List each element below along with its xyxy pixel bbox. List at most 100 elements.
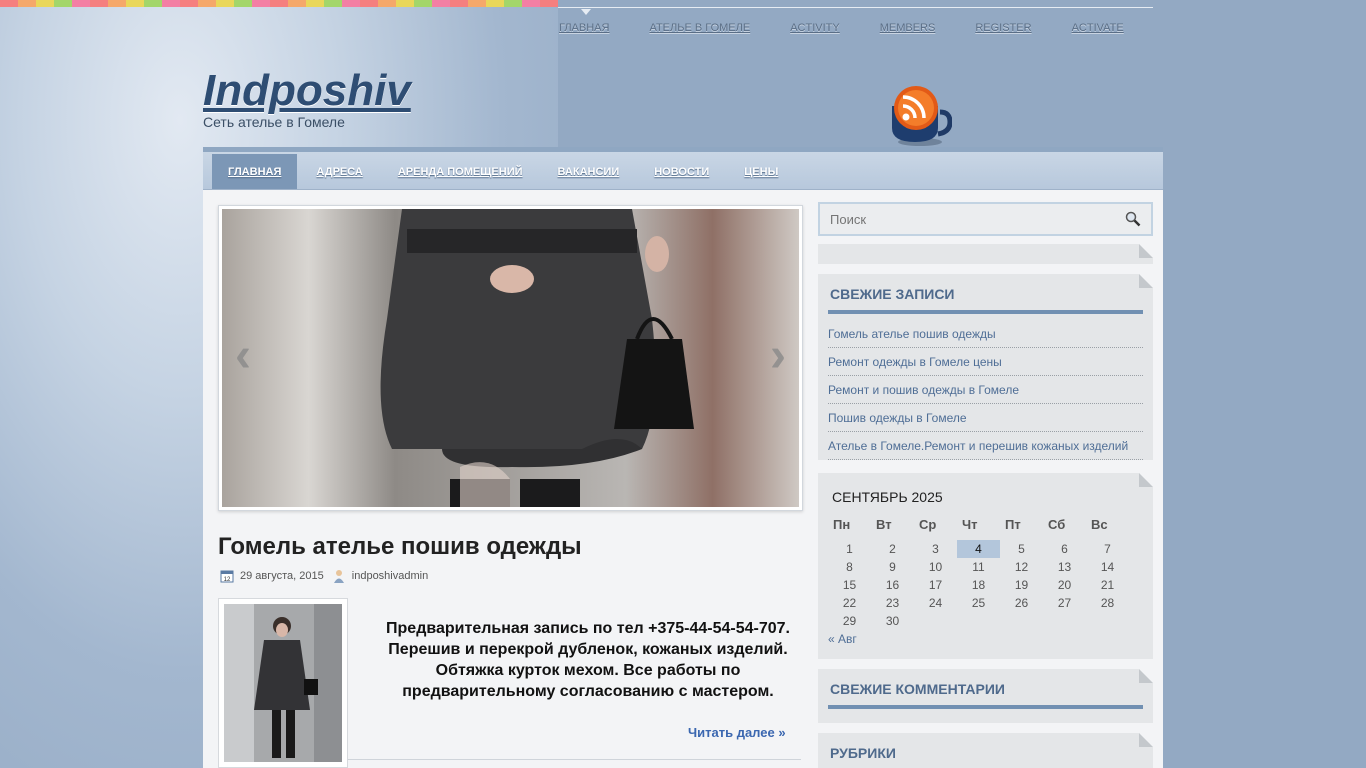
calendar-day: 24 (928, 596, 943, 610)
calendar-day: 11 (972, 560, 985, 574)
top-nav-item-home[interactable]: Главная (559, 8, 609, 34)
calendar-day: 27 (1057, 596, 1072, 610)
calendar-week: 15 16 17 18 19 20 21 (828, 576, 1129, 594)
recent-post-link[interactable]: Гомель ателье пошив одежды (828, 327, 996, 341)
recent-post-link[interactable]: Ремонт и пошив одежды в Гомеле (828, 383, 1019, 397)
calendar-empty-cell (957, 612, 1000, 630)
weekday-label: Чт (962, 517, 978, 532)
empty-widget (818, 244, 1153, 264)
calendar-title: СЕНТЯБРЬ 2025 (832, 489, 943, 505)
slider-prev-button[interactable]: ‹ (225, 332, 261, 380)
calendar-table: Пн Вт Ср Чт Пт Сб Вс 1 2 3 4 5 6 7 8 9 10 11 12 13 14… (828, 511, 1129, 630)
main-nav-item-home[interactable]: Главная (212, 154, 298, 189)
calendar-day: 14 (1100, 560, 1115, 574)
weekday-label: Сб (1048, 517, 1066, 532)
top-nav-item-members[interactable]: Members (880, 22, 936, 34)
calendar-day: 10 (928, 560, 943, 574)
recent-posts-widget: Свежие записи Гомель ателье пошив одежды… (818, 274, 1153, 460)
calendar-day: 2 (889, 542, 896, 556)
main-nav-item-prices[interactable]: Цены (728, 154, 794, 189)
calendar-day: 6 (1061, 542, 1068, 556)
rss-cup-icon[interactable] (888, 84, 953, 148)
widget-fold (1139, 669, 1153, 683)
slider-next-button[interactable]: › (760, 332, 796, 380)
calendar-day: 5 (1018, 542, 1025, 556)
calendar-day: 18 (971, 578, 986, 592)
recent-post-link[interactable]: Ремонт одежды в Гомеле цены (828, 355, 1002, 369)
post-author[interactable]: indposhivadmin (352, 570, 428, 582)
weekday-label: Пн (833, 517, 851, 532)
list-item: Ателье в Гомеле.Ремонт и перешив кожаных… (828, 432, 1143, 460)
top-nav-item-atelier[interactable]: Ателье в Гомеле (649, 22, 750, 34)
calendar-day: 23 (885, 596, 900, 610)
top-nav-item-activate[interactable]: Activate (1072, 22, 1124, 34)
categories-widget: Рубрики (818, 733, 1153, 768)
main-nav-item-vacancies[interactable]: Вакансии (542, 154, 636, 189)
weekday-label: Вс (1091, 517, 1108, 532)
list-item: Пошив одежды в Гомеле (828, 404, 1143, 432)
color-stripe (0, 0, 558, 7)
calendar-week: 1 2 3 4 5 6 7 (828, 540, 1129, 558)
calendar-day: 26 (1014, 596, 1029, 610)
list-item: Ремонт и пошив одежды в Гомеле (828, 376, 1143, 404)
main-nav-item-news[interactable]: Новости (638, 154, 725, 189)
calendar-day: 19 (1014, 578, 1029, 592)
calendar-day: 21 (1100, 578, 1115, 592)
calendar-day: 8 (846, 560, 853, 574)
calendar-empty-cell (914, 612, 957, 630)
calendar-day: 9 (889, 560, 896, 574)
search-box (818, 202, 1153, 236)
post-date: 29 августа, 2015 (240, 570, 324, 582)
top-nav-item-register[interactable]: Register (975, 22, 1031, 34)
site-tagline: Сеть ателье в Гомеле (203, 114, 345, 130)
top-navigation: Главная Ателье в Гомеле Activity Members… (558, 7, 1153, 47)
calendar-day: 30 (885, 614, 900, 628)
search-icon[interactable] (1125, 211, 1141, 227)
recent-comments-widget: Свежие комментарии (818, 669, 1153, 723)
calendar-day: 15 (842, 578, 857, 592)
recent-comments-title: Свежие комментарии (828, 669, 1143, 709)
calendar-day: 28 (1100, 596, 1115, 610)
recent-post-link[interactable]: Пошив одежды в Гомеле (828, 411, 967, 425)
calendar-empty-cell (1043, 612, 1086, 630)
calendar-week: 22 23 24 25 26 27 28 (828, 594, 1129, 612)
widget-fold (1139, 274, 1153, 288)
calendar-day: 12 (1014, 560, 1029, 574)
weekday-label: Вт (876, 517, 892, 532)
svg-text:12: 12 (224, 577, 231, 583)
site-logo-title[interactable]: Indposhiv (203, 66, 411, 116)
post-meta: 12 29 августа, 2015 indposhivadmin (220, 569, 436, 583)
calendar-day: 22 (842, 596, 857, 610)
main-nav-item-addresses[interactable]: Адреса (300, 154, 378, 189)
post-thumbnail[interactable] (218, 598, 348, 768)
thumbnail-image (224, 604, 342, 762)
post-divider (348, 759, 801, 760)
calendar-empty-cell (1086, 612, 1129, 630)
main-navigation: Главная Адреса Аренда помещений Вакансии… (203, 147, 1163, 190)
main-nav-item-rent[interactable]: Аренда помещений (382, 154, 539, 189)
calendar-prev-month-link[interactable]: « Авг (818, 630, 1153, 656)
list-item: Ремонт одежды в Гомеле цены (828, 348, 1143, 376)
recent-posts-list: Гомель ателье пошив одежды Ремонт одежды… (818, 314, 1153, 460)
calendar-day: 17 (928, 578, 943, 592)
calendar-days: 1 2 3 4 5 6 7 8 9 10 11 12 13 14 15 16 17 18 19 20 21 22 23 24 2… (828, 540, 1129, 630)
calendar-day: 29 (842, 614, 857, 628)
recent-posts-title: Свежие записи (828, 274, 1143, 314)
content-container: Главная Адреса Аренда помещений Вакансии… (203, 147, 1163, 768)
image-slider: ‹ › (218, 205, 803, 511)
search-input[interactable] (830, 211, 1080, 227)
widget-fold (1139, 244, 1153, 258)
read-more-link[interactable]: Читать далее » (688, 725, 786, 740)
slide-image (222, 209, 799, 507)
calendar-day: 7 (1104, 542, 1111, 556)
top-nav-item-activity[interactable]: Activity (790, 22, 840, 34)
weekday-label: Ср (919, 517, 937, 532)
widget-fold (1139, 473, 1153, 487)
calendar-day: 4 (957, 540, 1000, 558)
calendar-day: 16 (885, 578, 900, 592)
calendar-weekdays: Пн Вт Ср Чт Пт Сб Вс (828, 511, 1129, 540)
recent-post-link[interactable]: Ателье в Гомеле.Ремонт и перешив кожаных… (828, 439, 1128, 453)
calendar-day: 13 (1057, 560, 1072, 574)
post-title[interactable]: Гомель ателье пошив одежды (218, 533, 582, 561)
calendar-widget: СЕНТЯБРЬ 2025 Пн Вт Ср Чт Пт Сб Вс 12345… (818, 473, 1153, 659)
